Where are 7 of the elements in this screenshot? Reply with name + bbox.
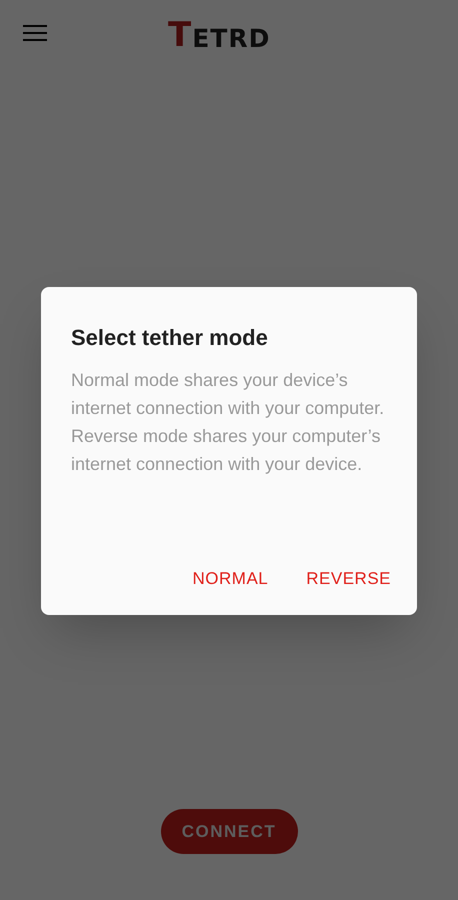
dialog-message: Normal mode shares your device’s internet connection with your computer. Reverse mode shares your computer’s internet connection with your device. bbox=[71, 369, 386, 476]
dialog-action-button[interactable]: REVERSE bbox=[298, 561, 399, 597]
logo: TETRD bbox=[168, 18, 270, 52]
connect-button[interactable]: CONNECT bbox=[160, 809, 298, 854]
menu-icon[interactable] bbox=[23, 24, 47, 42]
dialog-title: Select tether mode bbox=[71, 324, 269, 352]
dialog-action-button[interactable]: NORMAL bbox=[184, 561, 276, 597]
